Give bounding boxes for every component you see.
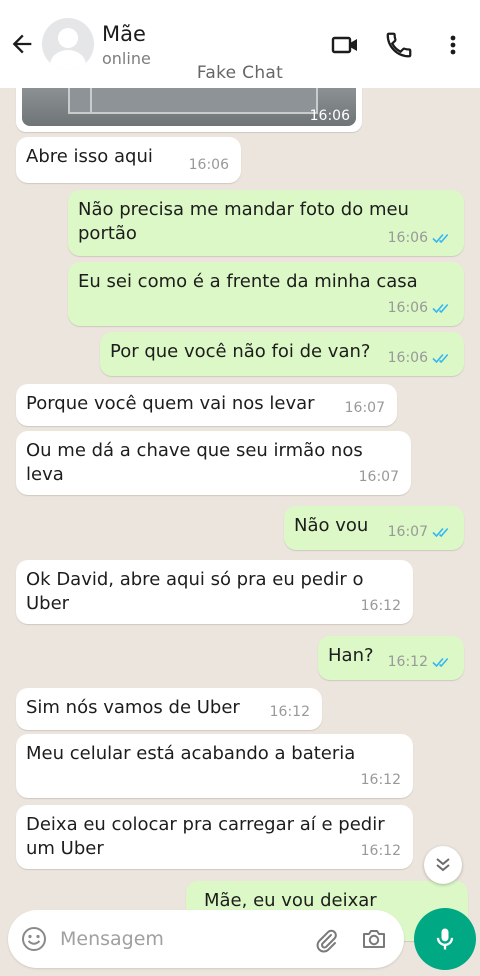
message-outgoing[interactable]: Eu sei como é a frente da minha casa 16:…: [68, 262, 464, 326]
message-meta: 16:12: [361, 768, 401, 792]
watermark: Fake Chat: [196, 63, 284, 83]
message-text: Ok David, abre aqui só pra eu pedir o Ub…: [26, 569, 364, 614]
message-time: 16:06: [188, 157, 229, 173]
message-time: 16:12: [269, 704, 310, 720]
message-meta: 16:12: [388, 650, 452, 674]
message-outgoing[interactable]: Não precisa me mandar foto do meu portão…: [68, 190, 464, 256]
message-outgoing[interactable]: Não vou 16:07: [284, 506, 464, 550]
read-ticks-icon: [432, 233, 449, 244]
chat-area: 16:06 Abre isso aqui 16:06 Não precisa m…: [0, 0, 480, 976]
emoji-icon[interactable]: [20, 925, 48, 953]
message-time: 16:12: [360, 772, 401, 788]
message-meta: 16:06: [388, 346, 452, 370]
message-meta: 16:07: [388, 520, 452, 544]
message-text: Deixa eu colocar pra carregar aí e pedir…: [26, 814, 385, 859]
read-ticks-icon: [432, 353, 449, 364]
mic-icon: [436, 928, 454, 950]
message-meta: 16:06: [388, 296, 452, 320]
back-arrow-icon[interactable]: [8, 30, 36, 58]
message-meta: 16:07: [345, 396, 385, 420]
camera-icon[interactable]: [360, 925, 388, 953]
message-time: 16:06: [309, 108, 350, 124]
message-time: 16:07: [358, 469, 399, 485]
message-incoming[interactable]: Sim nós vamos de Uber 16:12: [16, 688, 322, 730]
more-vert-icon[interactable]: [438, 30, 468, 60]
message-time: 16:07: [344, 400, 385, 416]
message-composer: [8, 910, 404, 968]
scroll-down-button[interactable]: [424, 846, 462, 884]
contact-name[interactable]: Mãe: [102, 22, 146, 46]
message-meta: 16:06: [388, 226, 452, 250]
message-incoming[interactable]: Ou me dá a chave que seu irmão nos leva …: [16, 431, 411, 495]
message-input[interactable]: [60, 926, 290, 952]
message-time: 16:06: [387, 350, 428, 366]
double-chevron-down-icon: [436, 858, 450, 872]
video-call-icon[interactable]: [330, 30, 360, 60]
message-time: 16:12: [387, 654, 428, 670]
attach-icon[interactable]: [312, 926, 340, 954]
message-text: Meu celular está acabando a bateria: [26, 743, 356, 764]
message-outgoing[interactable]: Por que você não foi de van? 16:06: [100, 332, 464, 376]
read-ticks-icon: [432, 527, 449, 538]
message-text: Ou me dá a chave que seu irmão nos leva: [26, 440, 363, 485]
message-time: 16:07: [387, 524, 428, 540]
message-time: 16:12: [360, 843, 401, 859]
mic-button[interactable]: [414, 908, 476, 970]
message-meta: 16:12: [361, 839, 401, 863]
message-text: Porque você quem vai nos levar: [26, 393, 315, 414]
avatar-head: [58, 28, 78, 48]
message-incoming[interactable]: Ok David, abre aqui só pra eu pedir o Ub…: [16, 560, 413, 624]
message-incoming[interactable]: Meu celular está acabando a bateria 16:1…: [16, 734, 413, 798]
message-text: Eu sei como é a frente da minha casa: [78, 271, 418, 292]
message-outgoing[interactable]: Han? 16:12: [318, 636, 464, 680]
message-meta: 16:07: [359, 465, 399, 489]
message-incoming[interactable]: Abre isso aqui 16:06: [16, 137, 241, 183]
message-incoming[interactable]: Porque você quem vai nos levar 16:07: [16, 384, 397, 426]
message-incoming[interactable]: Deixa eu colocar pra carregar aí e pedir…: [16, 805, 413, 869]
message-meta: 16:06: [189, 153, 229, 177]
message-time: 16:12: [360, 598, 401, 614]
read-ticks-icon: [432, 303, 449, 314]
message-meta: 16:12: [270, 700, 310, 724]
message-time: 16:06: [387, 300, 428, 316]
message-time: 16:06: [387, 230, 428, 246]
phone-icon[interactable]: [384, 30, 414, 60]
message-meta: 16:12: [361, 594, 401, 618]
read-ticks-icon: [432, 657, 449, 668]
